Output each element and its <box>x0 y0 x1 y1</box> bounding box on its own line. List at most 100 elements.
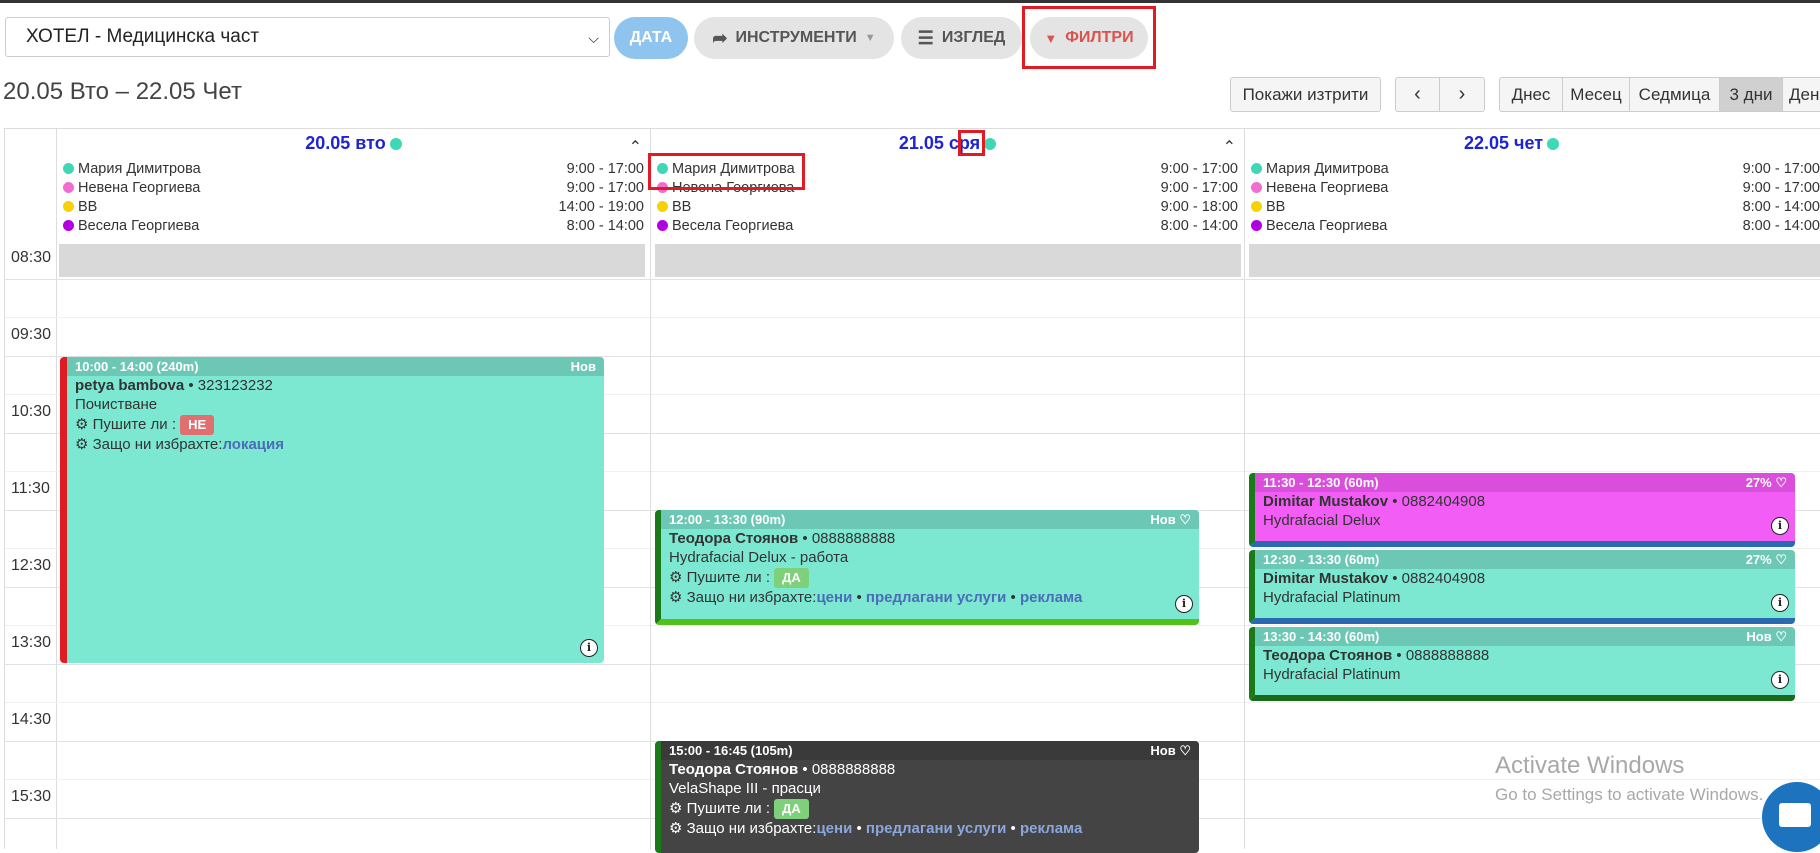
time-label: 11:30 <box>11 480 50 497</box>
chevron-right-icon: › <box>1458 83 1466 105</box>
client-phone: • 0882404908 <box>1392 493 1486 510</box>
staff-row: Невена Георгиева 9:00 - 17:00 <box>63 180 644 199</box>
unavailable-slot <box>655 244 1241 277</box>
location-select-value: ХОТЕЛ - Медицинска част <box>26 26 260 47</box>
tools-button-label: ИНСТРУМЕНТИ <box>735 29 857 46</box>
event-service: Почистване <box>75 396 158 413</box>
event-service: VelaShape III - прасци <box>669 780 821 797</box>
client-name: Теодора Стоянов <box>1263 647 1393 664</box>
client-name: Dimitar Mustakov <box>1263 570 1389 587</box>
separator: • <box>856 820 862 837</box>
info-icon[interactable]: i <box>1771 671 1789 689</box>
staff-name: Мария Димитрова <box>1266 161 1389 177</box>
heart-icon: ♡ <box>1179 512 1191 527</box>
answer-badge: НЕ <box>180 415 215 435</box>
tools-button[interactable]: ➦ ИНСТРУМЕНТИ ▼ <box>694 17 894 59</box>
staff-row: Мария Димитрова 9:00 - 17:00 <box>63 161 644 180</box>
client-phone: • 0888888888 <box>802 761 896 778</box>
client-name: Теодора Стоянов <box>669 530 799 547</box>
date-button-label: ДАТА <box>629 29 673 46</box>
chevron-left-icon: ‹ <box>1414 83 1421 105</box>
answer-link: реклама <box>1019 589 1083 606</box>
day-column-1[interactable]: 20.05 вто ⌃ Мария Димитрова 9:00 - 17:00 … <box>57 129 651 849</box>
event-header: 13:30 - 14:30 (60m) Нов ♡ <box>1255 627 1795 646</box>
time-label: 12:30 <box>11 557 52 574</box>
staff-row: Мария Димитрова 9:00 - 17:00 <box>1251 161 1820 180</box>
location-select[interactable]: ХОТЕЛ - Медицинска част ⌵ <box>5 17 610 57</box>
answer-link: предлагани услуги <box>865 589 1007 606</box>
event-client: petya bambova • 323123232 <box>67 376 604 395</box>
next-button[interactable]: › <box>1439 77 1485 112</box>
day-column-2[interactable]: 21.05 сря ⌃ Мария Димитрова 9:00 - 17:00 … <box>651 129 1245 853</box>
event-card[interactable]: 15:00 - 16:45 (105m) Нов ♡ Теодора Стояно… <box>655 741 1199 853</box>
event-time: 10:00 - 14:00 (240m) <box>75 359 199 374</box>
staff-hours: 8:00 - 14:00 <box>1742 218 1820 234</box>
status-dot-icon <box>984 138 997 151</box>
view-button[interactable]: ☰ ИЗГЛЕД <box>901 17 1022 59</box>
question-label: Пушите ли : <box>92 416 176 433</box>
view-week-button[interactable]: Седмица <box>1629 77 1720 112</box>
collapse-icon[interactable]: ⌃ <box>1223 137 1236 157</box>
time-label: 08:30 <box>11 249 52 266</box>
separator: • <box>856 589 862 606</box>
activation-watermark-text: Go to Settings to activate Windows. <box>1495 785 1764 804</box>
event-card[interactable]: 12:00 - 13:30 (90m) Нов ♡ Теодора Стоянов… <box>655 510 1199 625</box>
event-card[interactable]: 11:30 - 12:30 (60m) 27% ♡ Dimitar Mustako… <box>1249 473 1795 547</box>
answer-badge: ДА <box>774 799 809 819</box>
highlight-box-dot <box>958 130 985 156</box>
day-header[interactable]: 21.05 сря <box>651 133 1244 154</box>
activation-watermark-title: Activate Windows <box>1495 752 1685 779</box>
unavailable-slot <box>59 244 645 277</box>
event-service: Hydrafacial Delux <box>1263 512 1381 529</box>
staff-hours: 9:00 - 17:00 <box>1742 180 1820 196</box>
event-status: Нов ♡ <box>1150 743 1191 758</box>
chat-icon <box>1779 803 1811 827</box>
event-card[interactable]: 12:30 - 13:30 (60m) 27% ♡ Dimitar Mustako… <box>1249 550 1795 624</box>
staff-row: Весела Георгиева 8:00 - 14:00 <box>63 218 644 237</box>
info-icon[interactable]: i <box>1771 517 1789 535</box>
event-card[interactable]: 10:00 - 14:00 (240m) Нов petya bambova • … <box>60 357 604 663</box>
gear-icon: ⚙ <box>669 820 683 837</box>
event-time: 12:30 - 13:30 (60m) <box>1263 552 1380 567</box>
info-icon[interactable]: i <box>1175 595 1193 613</box>
chevron-down-icon: ▼ <box>864 32 876 44</box>
event-card[interactable]: 13:30 - 14:30 (60m) Нов ♡ Теодора Стоянов… <box>1249 627 1795 701</box>
event-client: Теодора Стоянов • 0888888888 <box>661 529 1199 548</box>
date-button[interactable]: ДАТА <box>614 17 688 59</box>
day-header[interactable]: 22.05 чет <box>1245 133 1778 154</box>
view-3days-button[interactable]: 3 дни <box>1719 77 1783 112</box>
question-label: Пушите ли : <box>686 569 770 586</box>
heart-icon: ♡ <box>1775 552 1787 567</box>
day-column-3[interactable]: 22.05 чет Мария Димитрова 9:00 - 17:00 Не… <box>1245 129 1820 849</box>
menu-icon: ☰ <box>917 27 934 48</box>
share-icon: ➦ <box>712 27 728 48</box>
question-label: Защо ни избрахте: <box>92 436 223 453</box>
info-icon[interactable]: i <box>580 639 598 657</box>
staff-color-dot <box>63 163 74 174</box>
collapse-icon[interactable]: ⌃ <box>629 137 642 157</box>
event-question: ⚙ Защо ни избрахте:цени • предлагани усл… <box>661 819 1199 838</box>
view-today-button[interactable]: Днес <box>1499 77 1563 112</box>
staff-name: Весела Георгиева <box>1266 218 1388 234</box>
day-header-label: 20.05 вто <box>305 133 386 153</box>
info-icon[interactable]: i <box>1771 594 1789 612</box>
event-time: 12:00 - 13:30 (90m) <box>669 512 786 527</box>
event-status: 27% ♡ <box>1745 552 1787 567</box>
view-day-button[interactable]: Ден <box>1782 77 1820 112</box>
staff-name: Невена Георгиева <box>78 180 201 196</box>
event-service: Hydrafacial Delux - работа <box>669 549 849 566</box>
gear-icon: ⚙ <box>669 569 683 586</box>
day-header[interactable]: 20.05 вто <box>57 133 650 154</box>
staff-row: ВВ 9:00 - 18:00 <box>657 199 1238 218</box>
event-header: 10:00 - 14:00 (240m) Нов <box>67 357 604 376</box>
event-service: Hydrafacial Platinum <box>1263 666 1401 683</box>
answer-link: реклама <box>1019 820 1083 837</box>
top-border <box>0 0 1820 3</box>
prev-button[interactable]: ‹ <box>1395 77 1440 112</box>
view-month-button[interactable]: Месец <box>1562 77 1630 112</box>
show-deleted-button[interactable]: Покажи изтрити <box>1230 77 1381 112</box>
event-question: ⚙ Защо ни избрахте:локация <box>67 435 604 454</box>
staff-row: Весела Георгиева 8:00 - 14:00 <box>657 218 1238 237</box>
separator: • <box>1010 589 1016 606</box>
time-label: 14:30 <box>11 711 52 728</box>
